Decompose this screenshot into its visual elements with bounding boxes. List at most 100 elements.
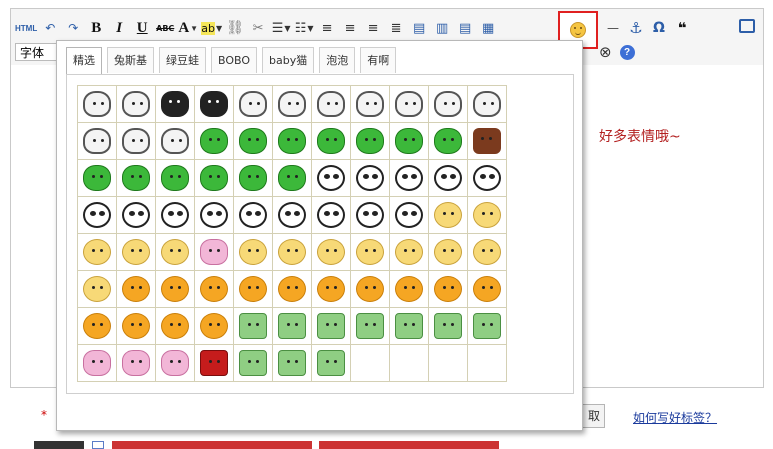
emoticon-cell[interactable] xyxy=(273,197,312,234)
image-icon[interactable]: ▦ xyxy=(478,18,498,38)
emoticon-cell[interactable] xyxy=(390,234,429,271)
emoticon-cell[interactable] xyxy=(429,123,468,160)
tab-5[interactable]: baby猫 xyxy=(262,47,315,73)
emoticon-cell[interactable] xyxy=(312,345,351,382)
emoticon-cell[interactable] xyxy=(351,197,390,234)
emoticon-cell[interactable] xyxy=(351,123,390,160)
emoticon-cell[interactable] xyxy=(390,123,429,160)
emoticon-cell[interactable] xyxy=(117,160,156,197)
strikethrough-button[interactable]: ABC xyxy=(155,18,175,38)
editor-content-text[interactable]: 好多表情哦~ xyxy=(599,126,681,146)
tab-4[interactable]: BOBO xyxy=(211,47,258,73)
emoticon-cell[interactable] xyxy=(195,271,234,308)
align-right-icon[interactable]: ≡ xyxy=(363,18,383,38)
emoticon-cell[interactable] xyxy=(234,234,273,271)
special-char-button[interactable]: Ω xyxy=(649,18,669,38)
align-left-icon[interactable]: ≡ xyxy=(317,18,337,38)
emoticon-cell[interactable] xyxy=(78,160,117,197)
emoticon-cell[interactable] xyxy=(390,308,429,345)
emoticon-cell[interactable] xyxy=(117,123,156,160)
emoticon-cell[interactable] xyxy=(312,160,351,197)
emoticon-cell[interactable] xyxy=(117,234,156,271)
align-justify-icon[interactable]: ≣ xyxy=(386,18,406,38)
emoticon-cell[interactable] xyxy=(117,197,156,234)
emoticon-cell[interactable] xyxy=(429,234,468,271)
emoticon-cell[interactable] xyxy=(78,345,117,382)
emoticon-cell[interactable] xyxy=(273,86,312,123)
ordered-list-icon[interactable]: ☷ ▼ xyxy=(294,18,314,38)
unlink-icon[interactable]: ✂ xyxy=(248,18,268,38)
tab-7[interactable]: 有啊 xyxy=(360,47,397,73)
emoticon-cell[interactable] xyxy=(468,271,507,308)
emoticon-cell[interactable] xyxy=(468,308,507,345)
emoticon-cell[interactable] xyxy=(312,308,351,345)
emoticon-cell[interactable] xyxy=(468,123,507,160)
help-icon[interactable]: ? xyxy=(619,44,635,60)
emoticon-cell[interactable] xyxy=(156,123,195,160)
emoticon-cell[interactable] xyxy=(390,271,429,308)
emoticon-cell[interactable] xyxy=(312,197,351,234)
highlight-button[interactable]: ab ▼ xyxy=(201,18,222,38)
unordered-list-icon[interactable]: ☰ ▼ xyxy=(271,18,291,38)
emoticon-cell[interactable] xyxy=(234,197,273,234)
emoticon-cell[interactable] xyxy=(234,123,273,160)
emoticon-cell[interactable] xyxy=(468,160,507,197)
emoticon-cell[interactable] xyxy=(78,123,117,160)
emoticon-cell[interactable] xyxy=(351,160,390,197)
emoticon-cell[interactable] xyxy=(117,345,156,382)
emoticon-cell[interactable] xyxy=(312,86,351,123)
align-center-icon[interactable]: ≡ xyxy=(340,18,360,38)
how-to-tag-link[interactable]: 如何写好标签？ xyxy=(633,409,717,426)
emoticon-cell[interactable] xyxy=(390,86,429,123)
emoticon-cell[interactable] xyxy=(195,308,234,345)
emoticon-cell[interactable] xyxy=(468,234,507,271)
emoticon-cell[interactable] xyxy=(468,197,507,234)
emoticon-cell[interactable] xyxy=(78,197,117,234)
emoticon-cell[interactable] xyxy=(117,86,156,123)
tab-3[interactable]: 绿豆蛙 xyxy=(159,47,206,73)
emoticon-cell[interactable] xyxy=(312,271,351,308)
emoticon-cell[interactable] xyxy=(468,86,507,123)
emoticon-cell[interactable] xyxy=(195,234,234,271)
horizontal-rule-icon[interactable]: — xyxy=(603,18,623,38)
emoticon-cell[interactable] xyxy=(195,197,234,234)
emoticon-cell[interactable] xyxy=(78,308,117,345)
font-color-button[interactable]: A ▼ xyxy=(178,18,198,38)
find-binoculars-icon[interactable]: ⊗ xyxy=(599,43,612,61)
emoticon-cell[interactable] xyxy=(429,308,468,345)
emoticon-cell[interactable] xyxy=(78,271,117,308)
html-source-button[interactable]: HTML xyxy=(15,18,37,38)
emoticon-cell[interactable] xyxy=(351,308,390,345)
emoticon-cell[interactable] xyxy=(312,234,351,271)
emoticon-cell[interactable] xyxy=(273,123,312,160)
emoticon-cell[interactable] xyxy=(78,86,117,123)
emoticon-cell[interactable] xyxy=(156,234,195,271)
emoticon-cell[interactable] xyxy=(234,271,273,308)
link-icon[interactable]: ⛓ xyxy=(225,18,245,38)
emoticon-cell[interactable] xyxy=(429,86,468,123)
emoticon-cell[interactable] xyxy=(351,234,390,271)
fullscreen-icon[interactable] xyxy=(739,19,755,33)
quote-button[interactable]: ❝ xyxy=(672,18,692,38)
emoticon-cell[interactable] xyxy=(312,123,351,160)
emoticon-cell[interactable] xyxy=(156,271,195,308)
emoticon-cell[interactable] xyxy=(273,271,312,308)
emoticon-cell[interactable] xyxy=(195,86,234,123)
emoticon-cell[interactable] xyxy=(156,308,195,345)
emoticon-cell[interactable] xyxy=(273,160,312,197)
image-left-icon[interactable]: ▤ xyxy=(409,18,429,38)
bold-button[interactable]: B xyxy=(86,18,106,38)
emoticon-cell[interactable] xyxy=(78,234,117,271)
emoticon-cell[interactable] xyxy=(117,271,156,308)
italic-button[interactable]: I xyxy=(109,18,129,38)
tab-6[interactable]: 泡泡 xyxy=(319,47,356,73)
anchor-icon[interactable]: ⚓ xyxy=(626,18,646,38)
tab-2[interactable]: 兔斯基 xyxy=(107,47,154,73)
emoticon-cell[interactable] xyxy=(273,308,312,345)
emoticon-cell[interactable] xyxy=(234,308,273,345)
emoticon-cell[interactable] xyxy=(429,160,468,197)
emoticon-cell[interactable] xyxy=(234,160,273,197)
emoticon-cell[interactable] xyxy=(390,160,429,197)
emoticon-cell[interactable] xyxy=(273,234,312,271)
emoticon-cell[interactable] xyxy=(195,160,234,197)
